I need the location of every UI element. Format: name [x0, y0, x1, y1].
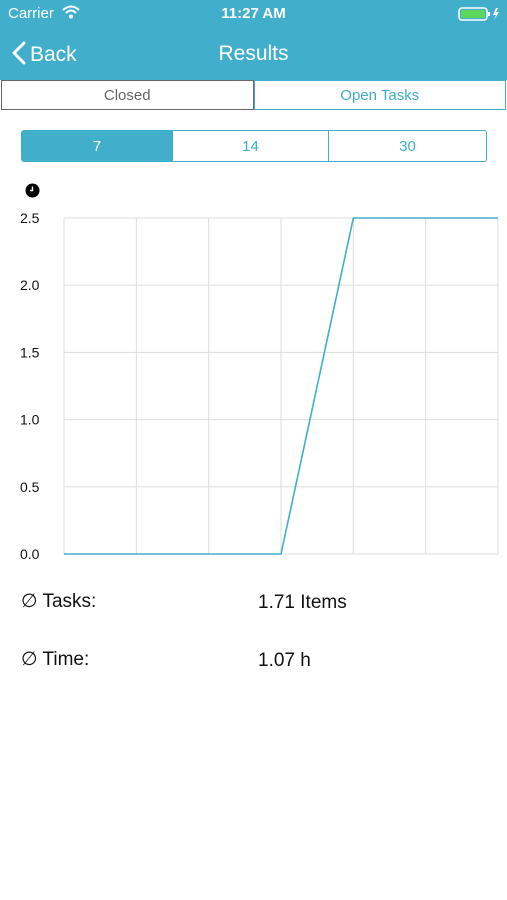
tab-open-tasks[interactable]: Open Tasks — [253, 80, 506, 110]
page-title: Results — [218, 42, 289, 65]
avg-tasks-value: 1.71 Items — [258, 592, 347, 613]
main-tabs: Closed Open Tasks — [1, 80, 506, 110]
range-tabs: 7 14 30 — [21, 130, 487, 162]
tab-range-7[interactable]: 7 — [22, 131, 173, 161]
y-tick-label: 1.0 — [20, 412, 40, 428]
y-tick-label: 2.0 — [20, 277, 40, 293]
line-chart: 0.0 0.5 1.0 1.5 2.0 2.5 — [20, 210, 499, 562]
y-tick-label: 2.5 — [20, 210, 40, 226]
avg-time-value: 1.07 h — [258, 650, 311, 671]
avg-tasks-label: ∅ Tasks: — [21, 591, 97, 612]
tab-range-14[interactable]: 14 — [173, 131, 329, 161]
y-tick-label: 0.5 — [20, 479, 40, 495]
avg-time-label: ∅ Time: — [21, 649, 90, 670]
y-tick-label: 1.5 — [20, 344, 40, 360]
status-time: 11:27 AM — [221, 5, 286, 22]
navigation-bar: Carrier 11:27 AM Back Results — [0, 0, 507, 80]
tab-closed[interactable]: Closed — [2, 81, 254, 109]
y-tick-label: 0.0 — [20, 546, 40, 562]
tab-range-30[interactable]: 30 — [329, 131, 486, 161]
battery-icon — [458, 6, 502, 27]
